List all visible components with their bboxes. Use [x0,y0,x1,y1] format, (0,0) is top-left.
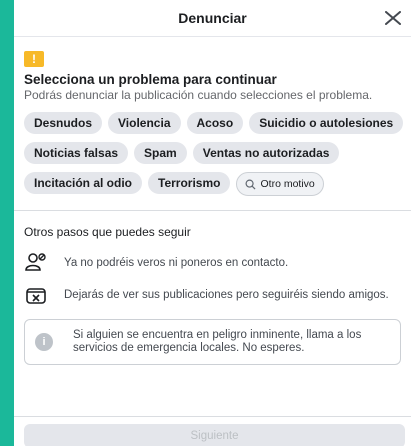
footer-divider [14,416,411,417]
step-unfollow-text: Dejarás de ver sus publicaciones pero se… [64,289,389,301]
problem-options: Desnudos Violencia Acoso Suicidio o auto… [24,112,411,196]
option-acoso[interactable]: Acoso [186,112,244,134]
dialog-title: Denunciar [178,10,247,26]
warning-icon: ! [24,51,44,67]
option-otro-motivo[interactable]: Otro motivo [236,172,324,196]
option-noticias-falsas[interactable]: Noticias falsas [24,142,129,164]
next-button[interactable]: Siguiente [24,424,405,446]
option-desnudos[interactable]: Desnudos [24,112,103,134]
step-unfriend[interactable]: Ya no podréis veros ni poneros en contac… [24,251,401,273]
option-violencia[interactable]: Violencia [108,112,181,134]
step-unfollow[interactable]: Dejarás de ver sus publicaciones pero se… [24,285,401,307]
other-steps-title: Otros pasos que puedes seguir [24,225,191,239]
problem-heading: Selecciona un problema para continuar [24,72,277,87]
dialog-content: ! Selecciona un problema para continuar … [14,37,411,365]
dialog-header: Denunciar [14,0,411,37]
unfriend-icon [24,251,48,273]
report-dialog: Denunciar ! Selecciona un problema para … [14,0,411,446]
problem-subtitle: Podrás denunciar la publicación cuando s… [24,88,373,102]
option-ventas-no-autorizadas[interactable]: Ventas no autorizadas [192,142,340,164]
search-icon [245,179,256,190]
close-button[interactable] [383,8,403,28]
option-otro-motivo-label: Otro motivo [260,178,315,190]
option-incitacion-odio[interactable]: Incitación al odio [24,172,143,194]
close-icon [385,11,401,25]
option-terrorismo[interactable]: Terrorismo [148,172,231,194]
info-icon: i [35,333,53,351]
unfollow-icon [24,285,48,307]
option-suicidio[interactable]: Suicidio o autolesiones [249,112,404,134]
section-divider [14,210,411,211]
emergency-notice-text: Si alguien se encuentra en peligro inmin… [73,329,362,354]
step-unfriend-text: Ya no podréis veros ni poneros en contac… [64,257,289,269]
option-spam[interactable]: Spam [134,142,187,164]
emergency-notice: i Si alguien se encuentra en peligro inm… [24,319,401,365]
